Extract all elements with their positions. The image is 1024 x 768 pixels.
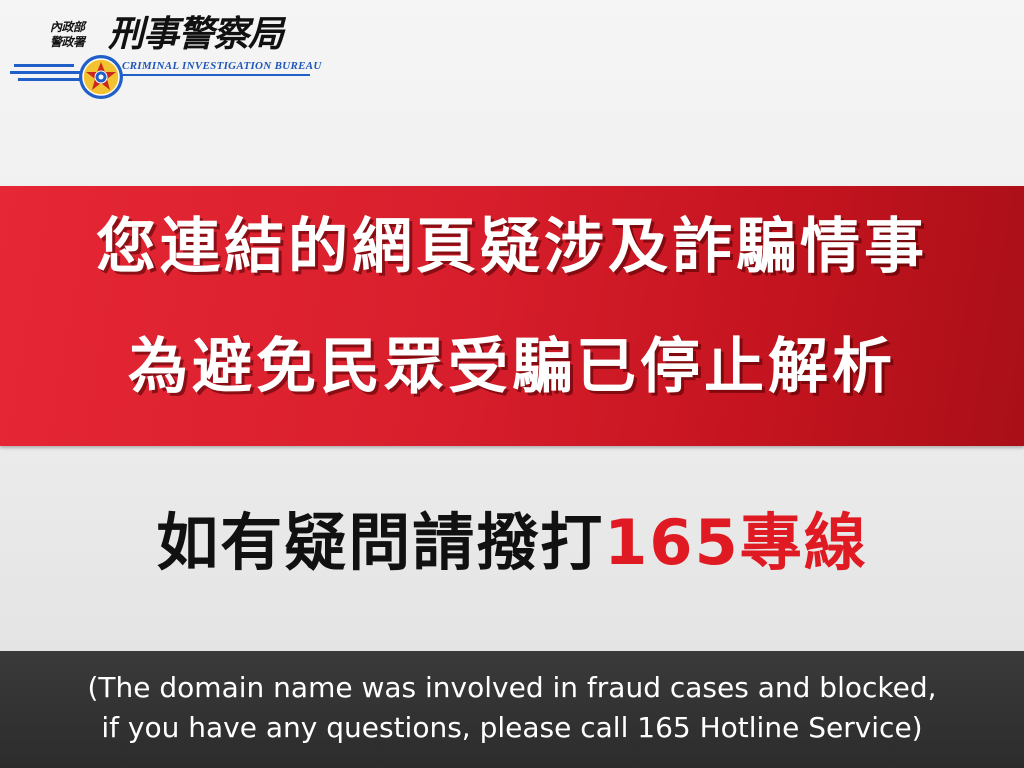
logo-stripe	[122, 74, 310, 76]
agency-main-title: 刑事警察局	[108, 14, 284, 55]
hotline-prefix: 如有疑問請撥打	[156, 506, 605, 579]
police-badge-icon	[79, 55, 123, 99]
agency-logo: 內政部 警政署 刑事警察局 CRIMINAL INVESTIGATION BUR…	[10, 12, 321, 104]
agency-small-line1: 內政部	[50, 20, 85, 34]
agency-small-line2: 警政署	[50, 35, 85, 49]
agency-english-title: CRIMINAL INVESTIGATION BUREAU	[122, 60, 322, 72]
warning-banner: 您連結的網頁疑涉及詐騙情事 為避免民眾受騙已停止解析	[0, 186, 1024, 446]
english-notice-line-2: if you have any questions, please call 1…	[101, 711, 923, 744]
english-notice-line-1: (The domain name was involved in fraud c…	[87, 671, 937, 704]
warning-line-1: 您連結的網頁疑涉及詐騙情事	[96, 212, 928, 282]
hotline-number: 165專線	[604, 506, 868, 579]
hotline-message: 如有疑問請撥打165專線	[0, 503, 1024, 583]
warning-line-2: 為避免民眾受騙已停止解析	[128, 332, 896, 402]
logo-stripe	[14, 64, 74, 67]
english-notice-bar: (The domain name was involved in fraud c…	[0, 651, 1024, 768]
agency-small-title: 內政部 警政署	[50, 20, 100, 50]
